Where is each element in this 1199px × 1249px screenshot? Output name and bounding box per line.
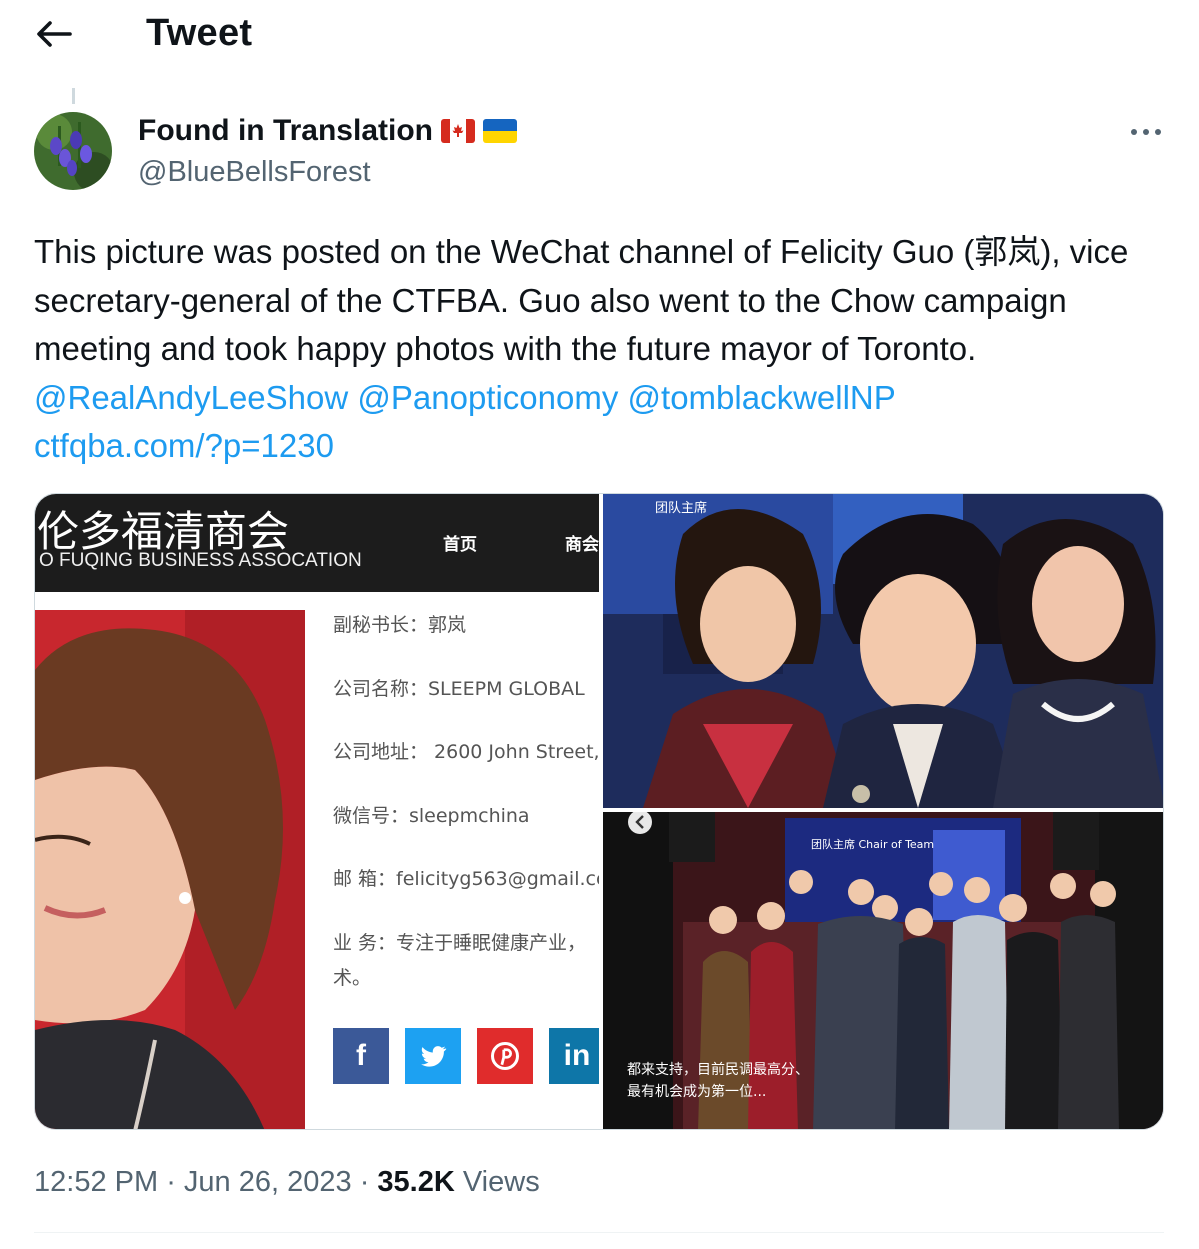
avatar[interactable] [34, 112, 112, 190]
info-line: 副秘书长：郭岚 [333, 614, 467, 636]
photo-caption-line: 都来支持，目前民调最高分、 [627, 1061, 809, 1078]
canada-flag-icon [441, 119, 475, 143]
mention-link[interactable]: @RealAndyLeeShow [34, 379, 348, 416]
info-line: 业 务：专注于睡眠健康产业， [333, 932, 587, 954]
media-image-group[interactable]: 团队主席 Chair of Team 都来支持，目前民调最高分、 最有机会成为第… [603, 812, 1163, 1129]
site-nav-item: 商会 [565, 535, 599, 555]
twitter-share-icon [405, 1028, 461, 1084]
tweet-date[interactable]: Jun 26, 2023 [184, 1166, 352, 1198]
ukraine-flag-icon [483, 119, 517, 143]
facebook-share-icon: f [333, 1028, 389, 1084]
media-image-website[interactable]: 伦多福清商会 O FUQING BUSINESS ASSOCATION 首页 商… [35, 494, 599, 1129]
page-title: Tweet [146, 12, 253, 54]
site-nav-item: 首页 [443, 535, 477, 555]
views-label: Views [462, 1166, 540, 1198]
photo-caption-line: 最有机会成为第一位... [627, 1083, 766, 1100]
divider [34, 1232, 1164, 1233]
back-arrow-icon[interactable] [30, 14, 76, 54]
tweet-time[interactable]: 12:52 PM [34, 1166, 158, 1198]
pinterest-share-icon [477, 1028, 533, 1084]
display-name[interactable]: Found in Translation [138, 114, 433, 148]
media-image-selfie[interactable]: 团队主席 [603, 494, 1163, 808]
views-count: 35.2K [377, 1166, 455, 1198]
site-header: 伦多福清商会 O FUQING BUSINESS ASSOCATION 首页 商… [35, 494, 599, 592]
mention-link[interactable]: @tomblackwellNP [628, 379, 896, 416]
screen-text: 团队主席 Chair of Team [811, 837, 934, 851]
author-name-row[interactable]: Found in Translation [138, 114, 517, 148]
tweet-text: This picture was posted on the WeChat ch… [34, 228, 1154, 471]
info-line: 术。 [333, 967, 372, 989]
svg-text:团队主席: 团队主席 [655, 500, 707, 516]
info-line: 公司名称：SLEEPM GLOBAL [333, 678, 585, 700]
info-line: 公司地址： 2600 John Street, [333, 741, 599, 763]
info-line: 微信号：sleepmchina [333, 805, 530, 827]
author-handle[interactable]: @BlueBellsForest [138, 156, 371, 189]
media-grid[interactable]: 伦多福清商会 O FUQING BUSINESS ASSOCATION 首页 商… [34, 493, 1164, 1130]
portrait-photo [35, 610, 305, 1129]
linkedin-share-icon: in [549, 1028, 599, 1084]
url-link[interactable]: ctfqba.com/?p=1230 [34, 427, 334, 464]
meta-separator: · [359, 1166, 378, 1198]
top-bar: Tweet [0, 0, 1199, 72]
more-options-icon[interactable] [1128, 122, 1164, 142]
tweet-body: This picture was posted on the WeChat ch… [34, 233, 1129, 367]
meta-separator: · [166, 1166, 184, 1198]
tweet-meta: 12:52 PM · Jun 26, 2023 · 35.2K Views [34, 1166, 540, 1199]
info-line: 邮 箱：felicityg563@gmail.cc [333, 868, 599, 890]
site-title-en: O FUQING BUSINESS ASSOCATION [39, 550, 362, 571]
thread-connector [72, 88, 75, 104]
mention-link[interactable]: @Panopticonomy [357, 379, 618, 416]
